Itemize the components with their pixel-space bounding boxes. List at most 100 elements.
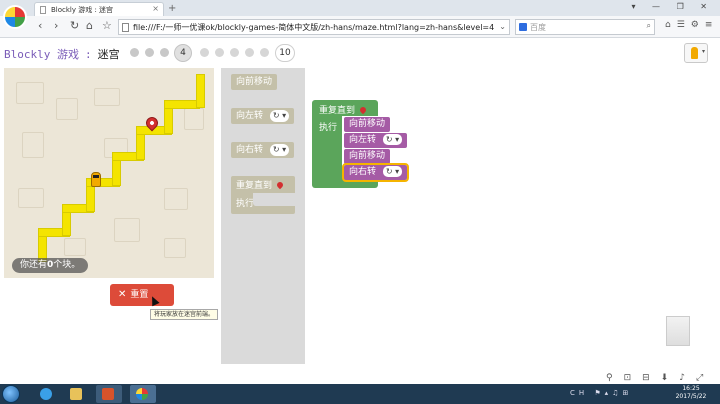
baidu-icon [519, 23, 527, 31]
workspace-status-icons[interactable]: ⚲⊡⊟⬇♪⤢ [606, 373, 714, 383]
blockly-toolbox: 向前移动 向左转 ↻ ▾ 向右转 ↻ ▾ 重复直到 执行 [221, 68, 305, 364]
level-dot-6[interactable] [215, 48, 224, 57]
title-separator: : [84, 48, 92, 61]
level-title: 迷宫 [97, 48, 120, 61]
level-dot-2[interactable] [145, 48, 154, 57]
toolbox-move-forward-block[interactable]: 向前移动 [231, 74, 278, 90]
window-controls[interactable]: ▾ — ❐ ✕ [631, 2, 714, 11]
path-segment [164, 100, 200, 109]
block-label: 向右转 [236, 145, 264, 155]
browser-icon [136, 388, 148, 400]
player-icon [102, 388, 114, 400]
maze-wall [114, 218, 140, 242]
clock-time: 16:25 [682, 385, 700, 392]
level-dot-9[interactable] [260, 48, 269, 57]
repeat-until-text: 重复直到 [319, 106, 356, 116]
maze-wall [164, 238, 186, 258]
star-icon[interactable]: ☆ [102, 19, 112, 32]
document-icon [40, 6, 46, 14]
reload-icon[interactable]: ↻ [70, 19, 79, 32]
search-placeholder: 百度 [530, 23, 546, 32]
maze-wall [16, 82, 44, 104]
turn-icon-dropdown[interactable]: ↻ ▾ [382, 134, 403, 145]
capacity-prefix: 你还有 [20, 260, 48, 270]
folder-icon [70, 388, 82, 400]
page-icon [122, 23, 129, 32]
do-label: 执行 [319, 123, 338, 133]
search-box[interactable]: 百度 ⌕ [515, 19, 655, 35]
block-label: 向左转 [236, 111, 264, 121]
repeat-until-text: 重复直到 [236, 181, 273, 191]
loop-mouth [253, 193, 295, 206]
turn-icon-dropdown[interactable]: ↻ ▾ [382, 166, 403, 177]
app-name-link[interactable]: Blockly 游戏 [4, 48, 79, 61]
workspace-turn-right-block[interactable]: 向右转 ↻ ▾ [341, 163, 410, 182]
block-label: 向前移动 [349, 151, 386, 161]
start-button-icon[interactable] [2, 385, 20, 403]
maze-wall [184, 108, 204, 130]
turn-icon-dropdown[interactable]: ↻ ▾ [269, 110, 290, 122]
toolbar-icons[interactable]: ⌂☰⚙≡ [665, 20, 718, 30]
level-dot-current[interactable]: 4 [174, 44, 192, 62]
maze-wall [18, 188, 44, 208]
workspace-move-forward-block[interactable]: 向前移动 [344, 117, 391, 132]
turn-icon-dropdown[interactable]: ↻ ▾ [269, 144, 290, 156]
taskbar-clock[interactable]: 16:25 2017/5/22 [668, 385, 714, 401]
back-icon[interactable]: ‹ [38, 19, 42, 32]
pegman-icon [691, 47, 698, 59]
workspace-turn-left-block[interactable]: 向左转 ↻ ▾ [344, 133, 408, 148]
trash-can-icon[interactable] [666, 316, 690, 346]
do-label: 执行 [236, 199, 255, 209]
home-icon[interactable]: ⌂ [86, 19, 93, 32]
close-icon: ✕ [118, 289, 127, 300]
browser-logo-icon[interactable] [3, 5, 27, 29]
reset-label: 重置 [130, 290, 149, 300]
chevron-down-icon: ▾ [701, 48, 705, 55]
maze-wall [164, 188, 188, 210]
goal-marker-icon [358, 105, 368, 115]
maze-wall [56, 98, 78, 120]
system-tray[interactable]: CH ⚑▴♫⊞ [570, 389, 632, 397]
repeat-until-label: 重复直到 [236, 178, 285, 191]
browser-tab[interactable]: Blockly 游戏 : 迷宫 × [34, 2, 164, 16]
turn-icon: ↻ [385, 167, 393, 176]
forward-icon[interactable]: › [54, 19, 58, 32]
maze-wall [64, 238, 86, 256]
toolbox-repeat-until-block[interactable]: 重复直到 执行 [231, 176, 295, 214]
level-dot-3[interactable] [160, 48, 169, 57]
block-label: 向左转 [349, 135, 377, 145]
turn-icon: ↻ [272, 111, 280, 120]
goal-marker-icon [275, 180, 285, 190]
address-bar[interactable]: file:///F:/一师一优课ok/blockly-games-简体中文版/z… [118, 19, 510, 35]
address-text: file:///F:/一师一优课ok/blockly-games-简体中文版/z… [133, 23, 495, 32]
block-label: 向前移动 [236, 77, 273, 87]
workspace-move-forward-block[interactable]: 向前移动 [344, 149, 391, 164]
reset-tooltip: 将玩家放在迷宫前端。 [150, 309, 219, 320]
turn-icon: ↻ [385, 135, 393, 144]
level-dot-5[interactable] [200, 48, 209, 57]
input-language: CH [570, 389, 589, 397]
pegman-menu-button[interactable]: ▾ [684, 43, 708, 63]
pegman-icon [91, 172, 101, 187]
level-dot-last[interactable]: 10 [275, 44, 295, 62]
block-label: 向右转 [349, 167, 377, 177]
taskbar-app-browser[interactable] [130, 385, 156, 403]
browser-toolbar: ‹ › ↻ ⌂ ☆ file:///F:/一师一优课ok/blockly-gam… [0, 16, 720, 38]
blocks-remaining-badge: 你还有0个块。 [12, 258, 89, 273]
new-tab-icon[interactable]: + [168, 3, 176, 14]
path-segment [196, 74, 205, 108]
taskbar-app-video[interactable] [96, 385, 122, 403]
toolbox-turn-left-block[interactable]: 向左转 ↻ ▾ [231, 108, 295, 124]
level-dot-1[interactable] [130, 48, 139, 57]
level-dot-8[interactable] [245, 48, 254, 57]
taskbar-app-ie[interactable] [34, 385, 60, 403]
toolbox-turn-right-block[interactable]: 向右转 ↻ ▾ [231, 142, 295, 158]
chevron-down-icon[interactable]: ⌄ [499, 22, 506, 31]
level-dot-7[interactable] [230, 48, 239, 57]
windows-taskbar: CH ⚑▴♫⊞ 16:25 2017/5/22 [0, 384, 720, 404]
close-tab-icon[interactable]: × [152, 4, 159, 13]
search-icon[interactable]: ⌕ [647, 21, 651, 31]
reset-button[interactable]: ✕ 重置 [110, 284, 174, 306]
maze-wall [94, 88, 120, 106]
taskbar-app-explorer[interactable] [64, 385, 90, 403]
